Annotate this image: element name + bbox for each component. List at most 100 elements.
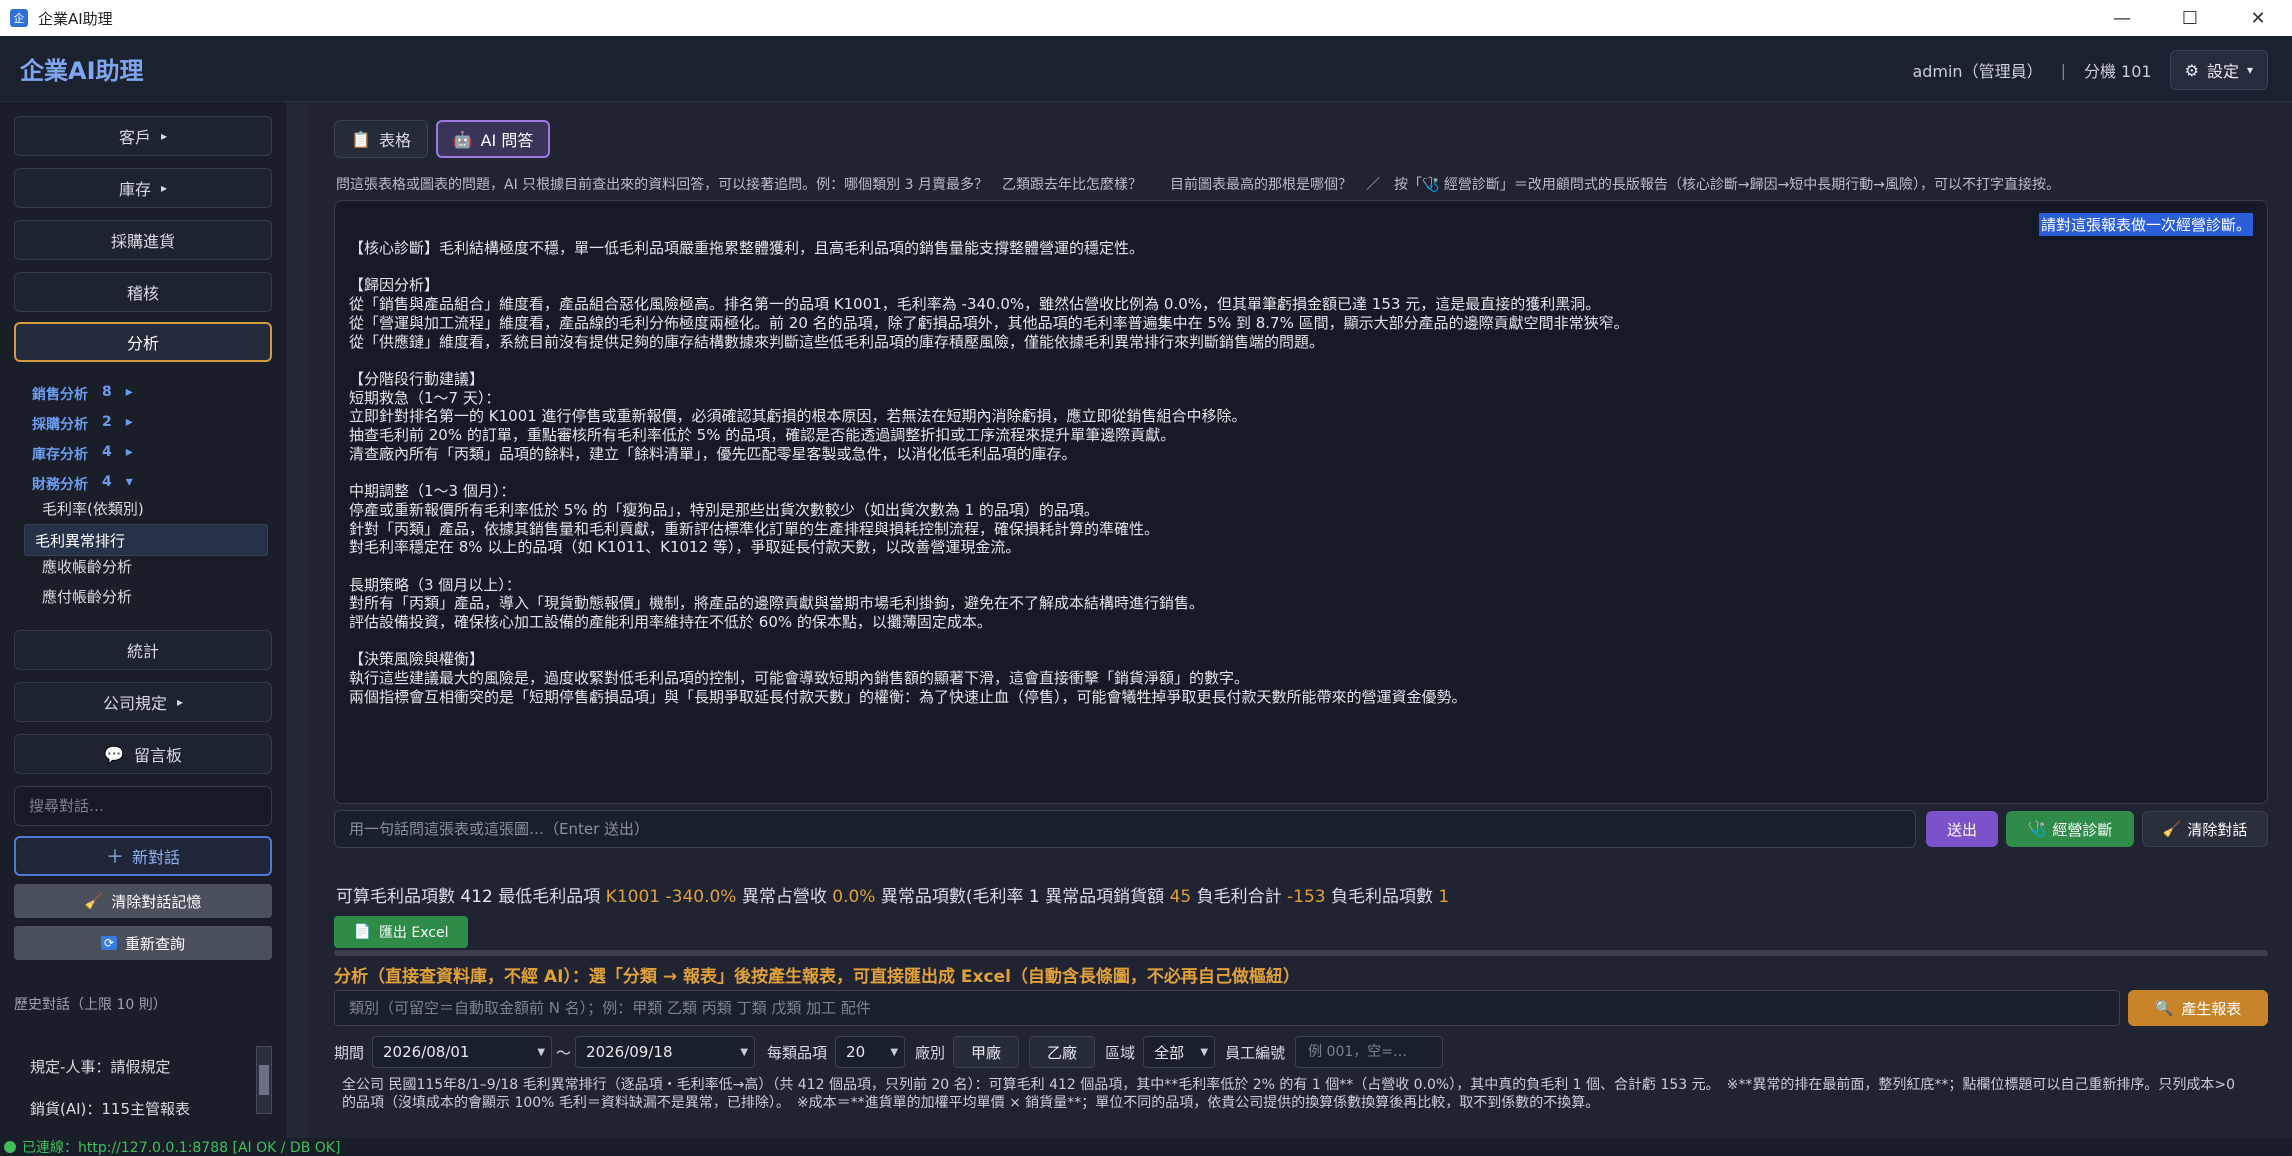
window-controls: — ☐ ✕ — [2088, 0, 2292, 36]
subgroup-count: 4 — [102, 474, 112, 490]
chevron-down-icon: ▼ — [1200, 1047, 1209, 1058]
window-title: 企業AI助理 — [38, 9, 113, 28]
clear-chat-button[interactable]: 🧹 清除對話 — [2142, 811, 2268, 847]
ai-response-line — [349, 632, 2249, 651]
chevron-down-icon: ▼ — [890, 1047, 899, 1058]
factory-a-button[interactable]: 甲廠 — [953, 1036, 1020, 1068]
region-select[interactable]: 全部 ▼ — [1143, 1036, 1216, 1068]
factory-label: 廠別 — [915, 1043, 946, 1062]
summary-value-warning: 1 — [1438, 887, 1450, 907]
date-to-select[interactable]: 2026/09/18 ▼ — [575, 1036, 756, 1068]
clear-memory-button[interactable]: 🧹 清除對話記憶 — [14, 884, 272, 918]
settings-button[interactable]: ⚙ 設定 ▾ — [2169, 50, 2268, 90]
new-chat-button[interactable]: ＋ 新對話 — [14, 836, 272, 876]
document-icon: 📄 — [353, 924, 371, 940]
close-icon[interactable]: ✕ — [2224, 0, 2292, 36]
subgroup-label: 銷售分析 — [32, 387, 88, 403]
subitem-ar-aging[interactable]: 應收帳齡分析 — [24, 552, 268, 580]
status-text: 已連線：http://127.0.0.1:8788 [AI OK / DB OK… — [22, 1140, 341, 1156]
date-from-select[interactable]: 2026/08/01 ▼ — [372, 1036, 553, 1068]
nav-audit[interactable]: 稽核 — [14, 272, 272, 312]
ai-response-line: 從「營運與加工流程」維度看，產品線的毛利分佈極度兩極化。前 20 名的品項，除了… — [349, 313, 1629, 332]
subgroup-finance-analysis[interactable]: 財務分析 4 ▾ — [32, 474, 133, 494]
summary-value-warning: -153 — [1287, 887, 1326, 907]
nav-label: 客戶 — [118, 128, 151, 147]
robot-icon: 🤖 — [452, 129, 473, 149]
nav-inventory[interactable]: 庫存 ▸ — [14, 168, 272, 208]
requery-label: 重新查詢 — [125, 934, 186, 953]
nav-label: 稽核 — [126, 284, 159, 303]
send-button[interactable]: 送出 — [1926, 811, 1998, 847]
nav-message-board[interactable]: 💬 留言板 — [14, 734, 272, 774]
app-header: 企業AI助理 admin（管理員） | 分機 101 ⚙ 設定 ▾ — [0, 36, 2292, 102]
user-label: admin（管理員） — [1912, 62, 2043, 81]
ai-response-line: 長期策略（3 個月以上）： — [349, 575, 521, 594]
report-note: 全公司 民國115年8/1–9/18 毛利異常排行（逐品項・毛利率低→高）（共 … — [342, 1077, 2236, 1111]
summary-value-warning: 45 — [1169, 887, 1192, 907]
chevron-right-icon: ▸ — [125, 444, 133, 460]
per-category-select[interactable]: 20 ▼ — [835, 1036, 906, 1068]
broom-icon: 🧹 — [2162, 820, 2182, 838]
generate-label: 產生報表 — [2181, 999, 2242, 1018]
ask-input[interactable] — [334, 810, 1916, 848]
ai-response: 【核心診斷】毛利結構極度不穩，單一低毛利品項嚴重拖累整體獲利，且高毛利品項的銷售… — [349, 239, 2249, 707]
history-scrollbar[interactable] — [256, 1046, 272, 1114]
window-titlebar: 企 企業AI助理 — ☐ ✕ — [0, 0, 2292, 36]
tab-table[interactable]: 📋 表格 — [334, 120, 428, 158]
summary-label: 負毛利品項數 — [1331, 887, 1434, 907]
header-separator: | — [2060, 60, 2066, 80]
maximize-icon[interactable]: ☐ — [2156, 0, 2224, 36]
sidebar-scrollbar[interactable] — [286, 102, 308, 1138]
subgroup-sales-analysis[interactable]: 銷售分析 8 ▸ — [32, 384, 133, 404]
history-item[interactable]: 銷貨(AI)：115主管報表 — [30, 1098, 190, 1119]
clipboard-icon: 📋 — [351, 129, 371, 149]
nav-statistics[interactable]: 統計 — [14, 630, 272, 670]
scrollbar-thumb[interactable] — [259, 1065, 269, 1095]
tab-label: AI 問答 — [480, 131, 534, 150]
ai-response-line: 中期調整（1～3 個月）： — [349, 482, 516, 501]
employee-id-input[interactable] — [1295, 1036, 1444, 1068]
diagnose-button[interactable]: 🩺 經營診斷 — [2006, 811, 2134, 847]
minimize-icon[interactable]: — — [2088, 0, 2156, 36]
requery-button[interactable]: ⟳ 重新查詢 — [14, 926, 272, 960]
nav-purchasing[interactable]: 採購進貨 — [14, 220, 272, 260]
nav-company-rules[interactable]: 公司規定 ▸ — [14, 682, 272, 722]
ai-hint-text: 問這張表格或圖表的問題，AI 只根據目前查出來的資料回答，可以接著追問。例：哪個… — [336, 177, 2061, 193]
history-item[interactable]: 規定-人事：請假規定 — [30, 1056, 170, 1077]
chevron-right-icon: ▸ — [176, 695, 184, 709]
summary-value: 1 — [1028, 887, 1040, 907]
category-input[interactable] — [334, 990, 2120, 1026]
nav-customers[interactable]: 客戶 ▸ — [14, 116, 272, 156]
speech-bubble-icon: 💬 — [104, 744, 124, 764]
factory-b-button[interactable]: 乙廠 — [1029, 1036, 1096, 1068]
subgroup-count: 2 — [102, 414, 112, 430]
conversation-search-input[interactable] — [14, 786, 272, 826]
nav-label: 留言板 — [133, 746, 182, 765]
chat-transcript[interactable]: 請對這張報表做一次經營診斷。 【核心診斷】毛利結構極度不穩，單一低毛利品項嚴重拖… — [334, 200, 2268, 804]
ai-response-line — [349, 557, 2249, 576]
subitem-ap-aging[interactable]: 應付帳齡分析 — [24, 582, 268, 610]
region-value: 全部 — [1154, 1043, 1185, 1062]
stethoscope-icon: 🩺 — [2027, 820, 2047, 838]
subgroup-label: 採購分析 — [32, 417, 88, 433]
nav-label: 採購進貨 — [110, 232, 175, 251]
tab-ai-qa[interactable]: 🤖 AI 問答 — [436, 120, 550, 158]
subgroup-purchase-analysis[interactable]: 採購分析 2 ▸ — [32, 414, 133, 434]
subitem-margin-by-category[interactable]: 毛利率(依類別) — [24, 494, 268, 522]
ai-response-line: 針對「丙類」產品，依據其銷售量和毛利貢獻，重新評估標準化訂單的生產排程與損耗控制… — [349, 519, 1160, 538]
summary-value: 412 — [460, 887, 493, 907]
subgroup-inventory-analysis[interactable]: 庫存分析 4 ▸ — [32, 444, 133, 464]
chevron-right-icon: ▸ — [125, 414, 133, 430]
generate-report-button[interactable]: 🔍 產生報表 — [2128, 990, 2268, 1026]
summary-label: 最低毛利品項 — [498, 887, 601, 907]
export-excel-button[interactable]: 📄 匯出 Excel — [334, 916, 468, 948]
chevron-right-icon: ▸ — [125, 384, 133, 400]
nav-analysis[interactable]: 分析 — [14, 322, 272, 362]
chevron-down-icon: ▾ — [2246, 63, 2253, 77]
nav-label: 公司規定 — [102, 694, 167, 713]
nav-label: 庫存 — [118, 180, 151, 199]
section-divider — [334, 950, 2268, 956]
subgroup-label: 財務分析 — [32, 477, 88, 493]
summary-label: 負毛利合計 — [1196, 887, 1282, 907]
subgroup-count: 4 — [102, 444, 112, 460]
